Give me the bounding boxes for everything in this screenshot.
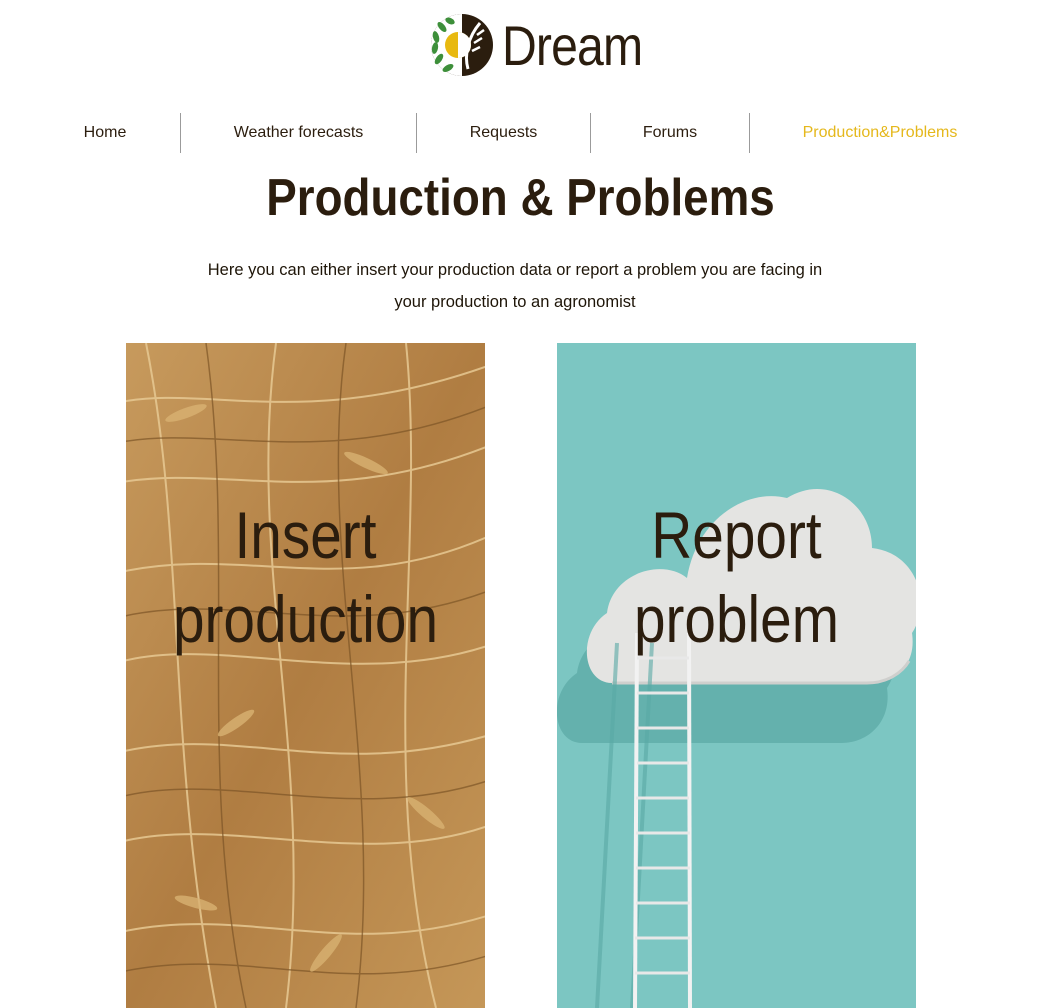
insert-production-label: Insert production [151,493,460,661]
main-nav: Home Weather forecasts Requests Forums P… [30,113,1010,153]
insert-production-card[interactable]: Insert production [126,343,485,1008]
report-problem-card[interactable]: Report problem [557,343,916,1008]
report-label-line2: problem [633,582,840,656]
cloud-ladder-image [557,343,916,1008]
nav-item-forums[interactable]: Forums [590,113,749,153]
nav-item-production-problems[interactable]: Production&Problems [749,113,1010,153]
nav-item-home[interactable]: Home [30,113,180,153]
wheat-field-image [126,343,485,1008]
brand-name: Dream [502,13,643,77]
nav-item-requests[interactable]: Requests [416,113,590,153]
page-intro: Here you can either insert your producti… [207,261,823,311]
report-label-line1: Report [651,498,822,572]
wheat-sun-logo-icon [431,14,493,76]
nav-item-weather-forecasts[interactable]: Weather forecasts [180,113,416,153]
report-problem-label: Report problem [582,493,891,661]
brand-logo[interactable]: Dream [428,10,665,80]
insert-label-line1: Insert [234,498,377,572]
insert-label-line2: production [172,582,439,656]
page-title: Production & Problems [266,169,775,227]
